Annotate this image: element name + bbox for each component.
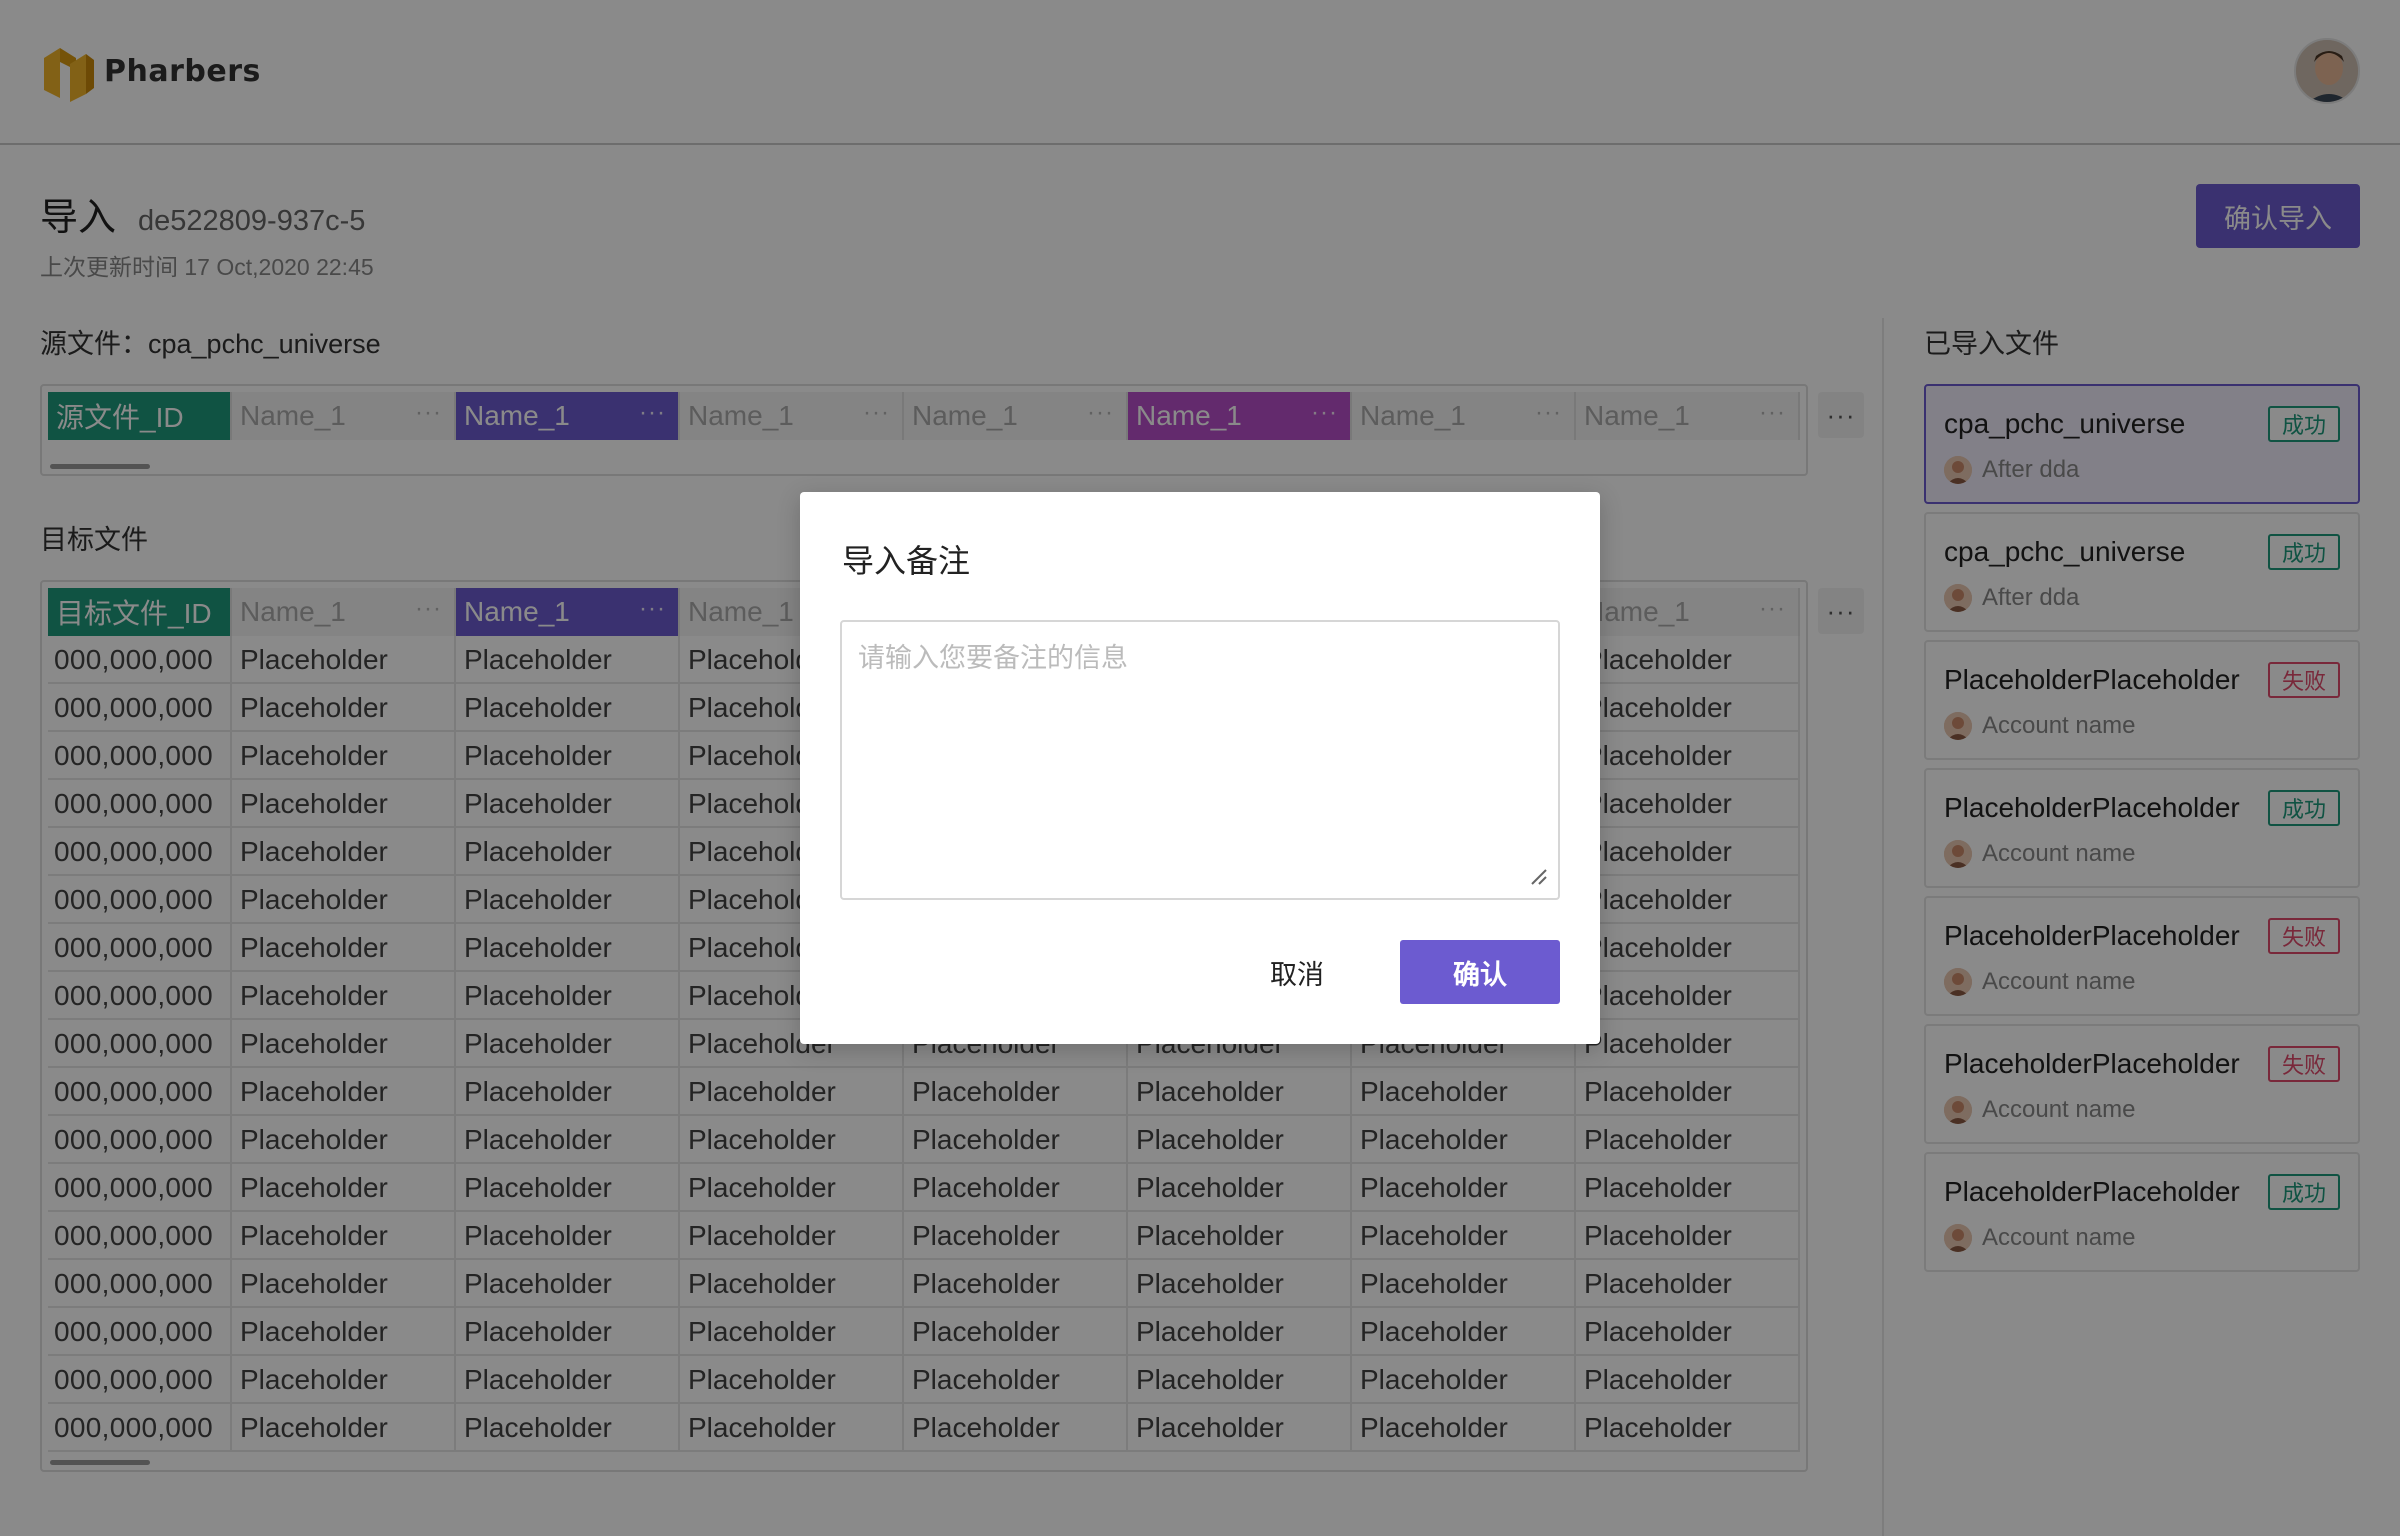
cancel-button[interactable]: 取消	[1242, 940, 1352, 1004]
note-textarea[interactable]	[840, 620, 1560, 900]
resize-grip-icon[interactable]	[1528, 866, 1548, 886]
dialog-title: 导入备注	[842, 543, 971, 579]
confirm-button[interactable]: 确认	[1400, 940, 1560, 1004]
